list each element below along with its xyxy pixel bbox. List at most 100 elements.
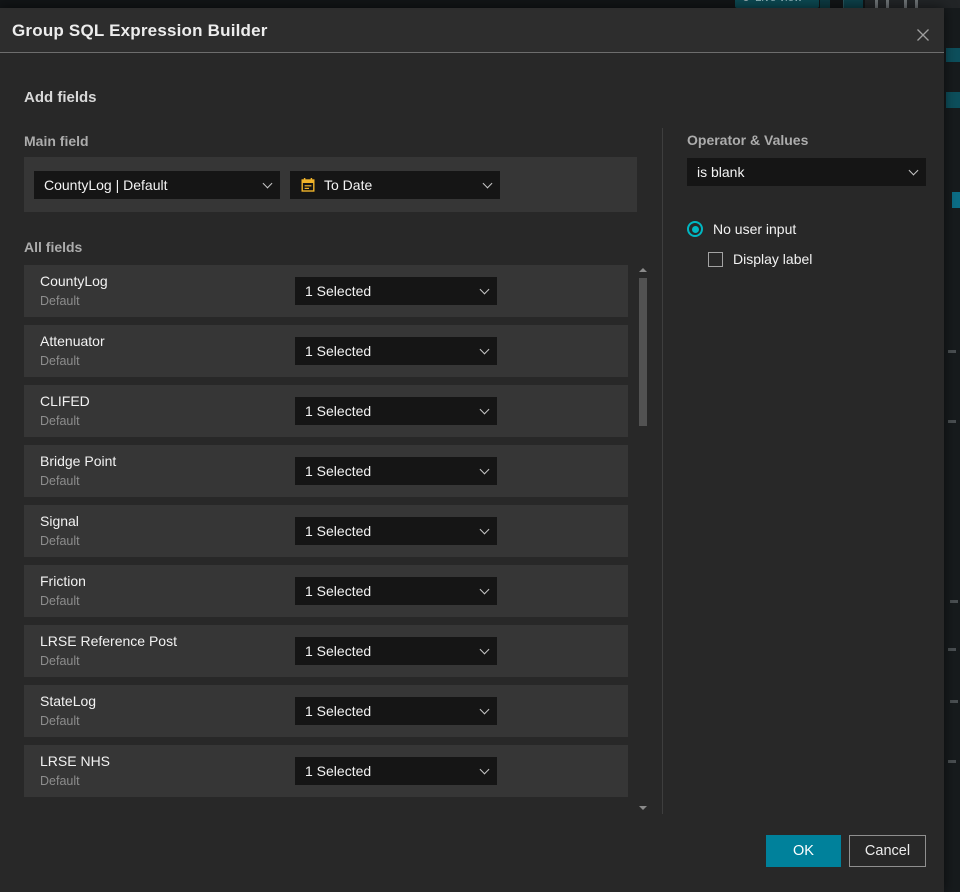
group-sql-expression-builder-dialog: Group SQL Expression Builder Add fields … — [0, 8, 944, 892]
field-row: Signal Default 1 Selected — [24, 505, 628, 557]
scrollbar — [638, 266, 648, 812]
chevron-down-icon — [480, 705, 488, 713]
panel-fragment — [946, 48, 960, 62]
pause-bars-icon — [904, 0, 907, 8]
field-row: LRSE Reference Post Default 1 Selected — [24, 625, 628, 677]
record-dot-icon — [743, 0, 749, 1]
all-fields-label: All fields — [24, 239, 83, 255]
field-sub: Default — [40, 354, 80, 368]
field-selected-dropdown[interactable]: 1 Selected — [295, 637, 497, 665]
field-selected-count: 1 Selected — [305, 703, 372, 719]
radio-selected-icon — [687, 221, 703, 237]
background-toolbar: Live view — [0, 0, 960, 8]
field-selected-count: 1 Selected — [305, 343, 372, 359]
chevron-down-icon — [483, 179, 491, 187]
field-selected-count: 1 Selected — [305, 583, 372, 599]
field-selected-dropdown[interactable]: 1 Selected — [295, 337, 497, 365]
field-name: LRSE NHS — [40, 753, 111, 769]
panel-fragment — [948, 350, 956, 353]
live-view-button: Live view — [735, 0, 819, 8]
panel-fragment — [946, 92, 960, 108]
panel-fragment — [948, 648, 956, 651]
no-user-input-label: No user input — [713, 221, 797, 237]
ok-button[interactable]: OK — [766, 835, 841, 867]
field-selected-dropdown[interactable]: 1 Selected — [295, 697, 497, 725]
no-user-input-radio[interactable]: No user input — [687, 221, 796, 237]
chevron-down-icon — [480, 405, 488, 413]
field-name: CountyLog — [40, 273, 108, 289]
scroll-up-icon[interactable] — [639, 266, 647, 274]
chevron-down-icon — [480, 765, 488, 773]
chevron-down-icon — [480, 525, 488, 533]
pause-bars-icon — [886, 0, 889, 8]
panel-fragment — [948, 760, 956, 763]
pause-bars-icon — [875, 0, 878, 8]
panel-divider — [662, 128, 663, 814]
field-sub: Default — [40, 654, 80, 668]
close-icon[interactable] — [908, 22, 938, 48]
field-sub: Default — [40, 594, 80, 608]
scrollbar-thumb[interactable] — [639, 278, 647, 426]
field-row: Bridge Point Default 1 Selected — [24, 445, 628, 497]
field-name: LRSE Reference Post — [40, 633, 177, 649]
field-row: Attenuator Default 1 Selected — [24, 325, 628, 377]
background-side-panel — [944, 8, 960, 892]
dialog-titlebar: Group SQL Expression Builder — [0, 8, 944, 53]
field-row: Friction Default 1 Selected — [24, 565, 628, 617]
display-label-checkbox[interactable]: Display label — [708, 251, 812, 267]
calendar-date-icon — [300, 177, 316, 193]
dialog-title: Group SQL Expression Builder — [12, 21, 268, 40]
operator-select[interactable]: is blank — [687, 158, 926, 186]
panel-fragment — [950, 700, 958, 703]
field-sub: Default — [40, 414, 80, 428]
chevron-down-icon — [909, 166, 917, 174]
field-sub: Default — [40, 714, 80, 728]
field-selected-dropdown[interactable]: 1 Selected — [295, 757, 497, 785]
field-name: Bridge Point — [40, 453, 117, 469]
scroll-down-icon[interactable] — [639, 804, 647, 812]
field-selected-count: 1 Selected — [305, 643, 372, 659]
field-name: Friction — [40, 573, 86, 589]
field-name: Signal — [40, 513, 79, 529]
screen: Live view Group SQL Expression Builder — [0, 0, 960, 892]
pause-bars-icon — [915, 0, 918, 8]
chevron-down-icon — [263, 179, 271, 187]
date-type-select[interactable]: To Date — [290, 171, 500, 199]
chevron-down-icon — [480, 585, 488, 593]
field-selected-count: 1 Selected — [305, 523, 372, 539]
add-fields-heading: Add fields — [24, 89, 97, 106]
checkbox-unchecked-icon — [708, 251, 723, 267]
toolbar-fragment — [820, 0, 830, 8]
field-selected-dropdown[interactable]: 1 Selected — [295, 457, 497, 485]
chevron-down-icon — [480, 465, 488, 473]
field-selected-count: 1 Selected — [305, 283, 372, 299]
main-field-box: CountyLog | Default To Date — [24, 157, 637, 212]
field-selected-dropdown[interactable]: 1 Selected — [295, 397, 497, 425]
field-sub: Default — [40, 474, 80, 488]
field-row: CountyLog Default 1 Selected — [24, 265, 628, 317]
operator-select-value: is blank — [697, 164, 745, 180]
field-selected-count: 1 Selected — [305, 463, 372, 479]
field-sub: Default — [40, 534, 80, 548]
field-selected-count: 1 Selected — [305, 403, 372, 419]
date-type-select-value: To Date — [324, 177, 373, 193]
operator-values-heading: Operator & Values — [687, 132, 809, 148]
field-selected-dropdown[interactable]: 1 Selected — [295, 277, 497, 305]
live-view-label: Live view — [755, 0, 802, 4]
field-name: CLIFED — [40, 393, 90, 409]
field-sub: Default — [40, 294, 80, 308]
main-field-select[interactable]: CountyLog | Default — [34, 171, 280, 199]
field-name: Attenuator — [40, 333, 105, 349]
chevron-down-icon — [480, 645, 488, 653]
field-row: CLIFED Default 1 Selected — [24, 385, 628, 437]
toolbar-fragment — [843, 0, 863, 8]
panel-fragment — [948, 420, 956, 423]
chevron-down-icon — [480, 345, 488, 353]
field-row: LRSE NHS Default 1 Selected — [24, 745, 628, 797]
field-selected-count: 1 Selected — [305, 763, 372, 779]
field-selected-dropdown[interactable]: 1 Selected — [295, 577, 497, 605]
main-field-select-value: CountyLog | Default — [44, 177, 168, 193]
cancel-button[interactable]: Cancel — [849, 835, 926, 867]
field-selected-dropdown[interactable]: 1 Selected — [295, 517, 497, 545]
field-name: StateLog — [40, 693, 97, 709]
